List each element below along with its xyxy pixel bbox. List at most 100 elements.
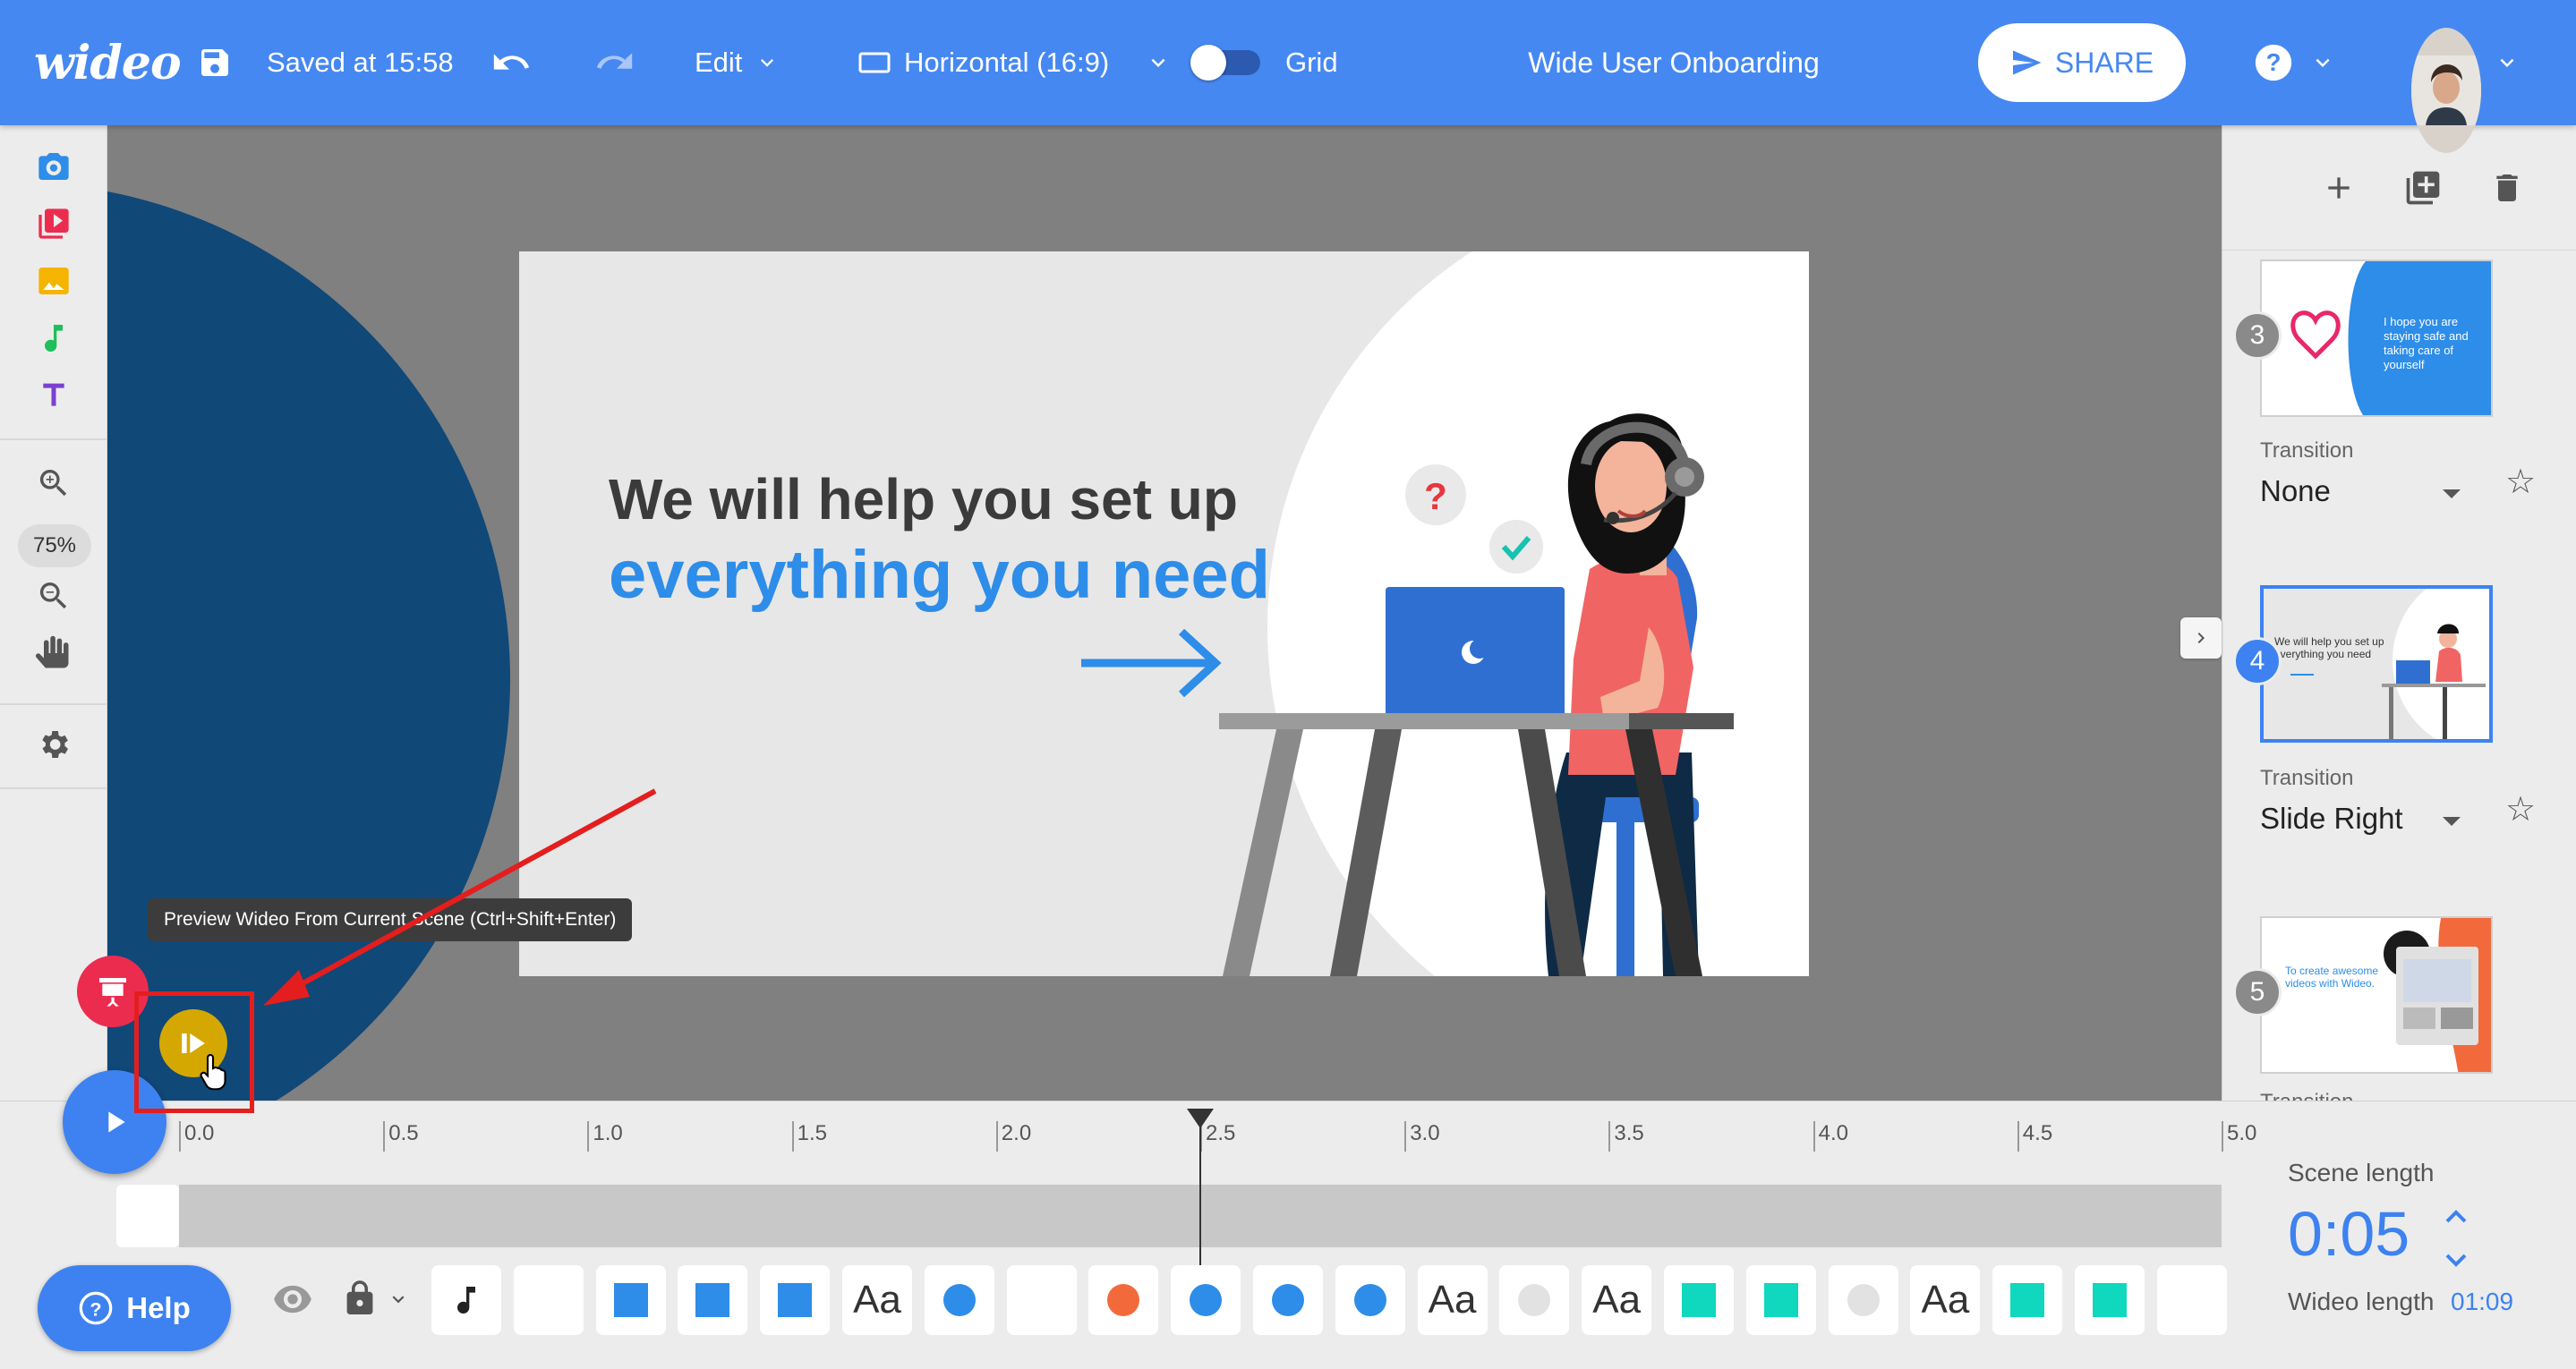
star-icon[interactable]: ☆ xyxy=(2505,462,2536,502)
layer-circle-shape[interactable] xyxy=(1088,1265,1159,1335)
layer-empty[interactable] xyxy=(1006,1265,1077,1335)
ruler-label: 0.5 xyxy=(388,1121,419,1145)
square-shape-swatch xyxy=(2093,1283,2127,1317)
layer-square-shape[interactable] xyxy=(1992,1265,2063,1335)
square-shape-swatch xyxy=(778,1283,813,1317)
square-shape-swatch xyxy=(1682,1283,1716,1317)
layer-square-shape[interactable] xyxy=(595,1265,666,1335)
help-button[interactable]: ? Help xyxy=(38,1265,231,1351)
playhead-handle[interactable] xyxy=(1187,1109,1214,1128)
text-icon[interactable] xyxy=(27,369,81,422)
ruler-tick xyxy=(1404,1121,1407,1152)
account-chevron-down-icon[interactable] xyxy=(2494,0,2521,125)
help-menu[interactable]: ? xyxy=(2254,0,2336,125)
scene-canvas[interactable]: We will help you set up everything you n… xyxy=(519,251,1809,976)
layer-square-shape[interactable] xyxy=(1745,1265,1816,1335)
left-toolbar: 75% xyxy=(0,125,107,1101)
chevron-down-icon xyxy=(761,59,774,67)
undo-icon[interactable] xyxy=(490,0,532,125)
layer-square-shape[interactable] xyxy=(760,1265,831,1335)
layer-square-shape[interactable] xyxy=(678,1265,748,1335)
edit-menu-label: Edit xyxy=(695,47,743,78)
add-scene-icon[interactable] xyxy=(2314,163,2364,213)
ruler-label: 5.0 xyxy=(2227,1121,2257,1145)
layer-square-shape[interactable] xyxy=(2075,1265,2145,1335)
aspect-ratio-select[interactable]: Horizontal (16:9) xyxy=(857,0,1172,125)
wideo-length-label: Wideo length xyxy=(2288,1288,2435,1315)
gear-icon[interactable] xyxy=(27,718,81,771)
caret-down-icon[interactable] xyxy=(2443,489,2461,498)
chevron-down-icon xyxy=(2445,1254,2467,1267)
camera-icon[interactable] xyxy=(27,140,81,193)
music-icon[interactable] xyxy=(27,311,81,365)
layer-square-shape[interactable] xyxy=(1664,1265,1734,1335)
scene-number-4: 4 xyxy=(2233,637,2282,685)
share-label: SHARE xyxy=(2054,46,2154,79)
zoom-level[interactable]: 75% xyxy=(18,524,91,567)
caret-down-icon[interactable] xyxy=(2443,817,2461,826)
layer-circle-shape[interactable] xyxy=(1253,1265,1323,1335)
scene-3-thumb-text: I hope you are staying safe and taking c… xyxy=(2384,315,2469,371)
redo-icon[interactable] xyxy=(594,0,635,125)
ruler-label: 4.0 xyxy=(1818,1121,1848,1145)
project-title[interactable]: Wide User Onboarding xyxy=(1396,0,1951,125)
scene-thumbnail-5[interactable]: To create awesome videos with Wideo. xyxy=(2260,916,2493,1074)
scene-length-value[interactable]: 0:05 xyxy=(2288,1198,2410,1270)
scene-length-stepper[interactable] xyxy=(2442,1205,2470,1276)
video-icon[interactable] xyxy=(27,197,81,251)
transition-label: Transition xyxy=(2260,766,2354,790)
lock-icon[interactable] xyxy=(344,1279,376,1322)
chevron-down-icon[interactable] xyxy=(387,1288,410,1315)
layer-text[interactable]: Aa xyxy=(842,1265,912,1335)
ruler-tick xyxy=(1608,1121,1611,1152)
chevron-right-icon xyxy=(2197,633,2205,643)
zoom-out-icon[interactable] xyxy=(27,569,81,623)
scene-5-preview xyxy=(2262,918,2491,1072)
eye-icon[interactable] xyxy=(272,1284,313,1319)
saved-status: Saved at 15:58 xyxy=(267,47,454,78)
share-button[interactable]: SHARE xyxy=(1978,23,2186,102)
hand-icon[interactable] xyxy=(27,626,81,680)
scene-thumbnail-3[interactable]: I hope you are staying safe and taking c… xyxy=(2260,259,2493,417)
layer-empty[interactable] xyxy=(2156,1265,2227,1335)
ruler-tick xyxy=(995,1121,998,1152)
layer-text[interactable]: Aa xyxy=(1417,1265,1488,1335)
layer-circle-shape[interactable] xyxy=(1499,1265,1570,1335)
help-circle-icon: ? xyxy=(2255,44,2292,81)
square-shape-swatch xyxy=(2010,1283,2045,1317)
layer-text[interactable]: Aa xyxy=(1582,1265,1652,1335)
toolbar-divider xyxy=(0,787,107,789)
scene-5-thumb-text: To create awesome videos with Wideo. xyxy=(2285,965,2379,990)
zoom-in-icon[interactable] xyxy=(27,456,81,510)
send-icon xyxy=(2012,50,2042,75)
canvas-area[interactable]: We will help you set up everything you n… xyxy=(107,125,2222,1101)
layer-circle-shape[interactable] xyxy=(1828,1265,1898,1335)
square-shape-swatch xyxy=(613,1283,648,1317)
transition-select-scene-3[interactable]: None xyxy=(2260,474,2331,508)
transition-select-scene-4[interactable]: Slide Right xyxy=(2260,802,2403,836)
playhead[interactable] xyxy=(1199,1110,1201,1271)
duplicate-scene-icon[interactable] xyxy=(2398,163,2448,213)
save-icon[interactable] xyxy=(197,0,233,125)
background-circle-shape[interactable] xyxy=(107,183,510,1101)
wideo-logo[interactable]: wideo xyxy=(34,0,182,125)
track-start-marker[interactable] xyxy=(116,1185,179,1247)
layer-text[interactable]: Aa xyxy=(1910,1265,1981,1335)
layer-empty[interactable] xyxy=(513,1265,584,1335)
delete-scene-icon[interactable] xyxy=(2482,163,2532,213)
collapse-panel-button[interactable] xyxy=(2180,617,2222,659)
circle-shape-swatch xyxy=(1190,1284,1223,1316)
edit-menu[interactable]: Edit xyxy=(695,0,780,125)
music-note-icon xyxy=(457,1287,475,1314)
highlight-annotation-box xyxy=(134,991,254,1113)
image-icon[interactable] xyxy=(27,254,81,308)
star-icon[interactable]: ☆ xyxy=(2505,789,2536,829)
layer-circle-shape[interactable] xyxy=(1335,1265,1405,1335)
grid-toggle[interactable] xyxy=(1190,0,1260,125)
layer-music[interactable] xyxy=(431,1265,501,1335)
layer-circle-shape[interactable] xyxy=(924,1265,994,1335)
avatar[interactable] xyxy=(2411,28,2481,153)
aspect-ratio-label: Horizontal (16:9) xyxy=(904,47,1110,78)
scene-thumbnail-4[interactable]: We will help you set up everything you n… xyxy=(2260,585,2493,743)
layer-circle-shape[interactable] xyxy=(1171,1265,1241,1335)
